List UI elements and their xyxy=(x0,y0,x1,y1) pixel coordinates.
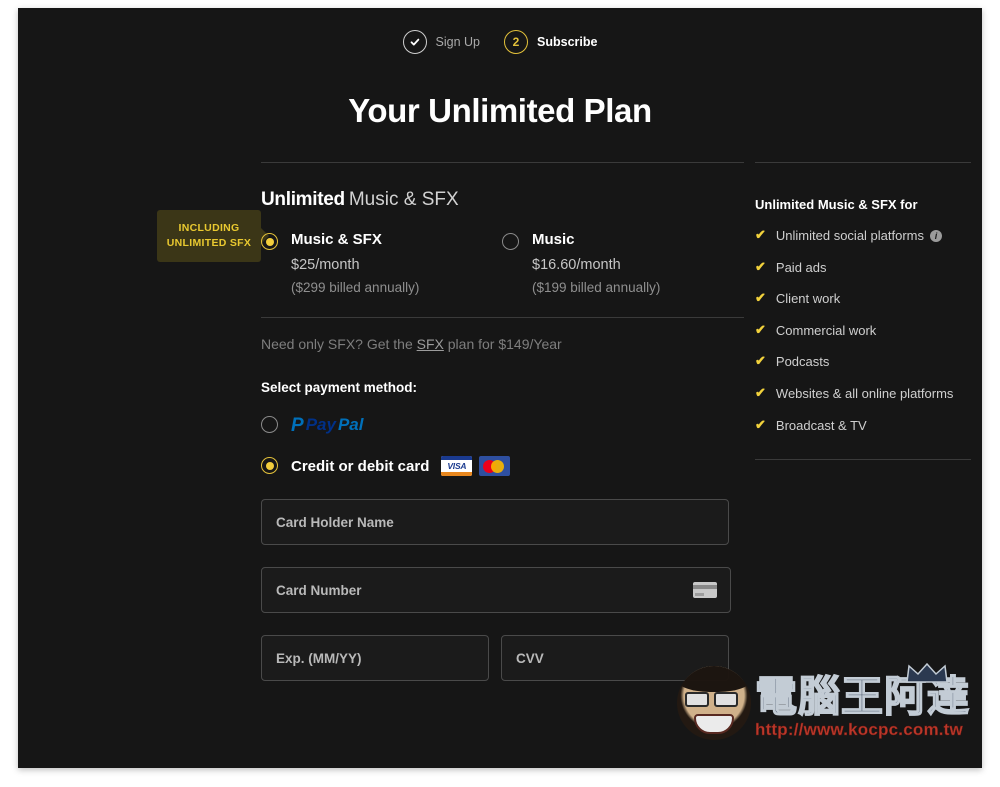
check-icon: ✔ xyxy=(755,416,766,432)
feature-item: ✔ Broadcast & TV xyxy=(755,416,971,434)
feature-label: Unlimited social platforms xyxy=(775,228,925,243)
cvv-placeholder: CVV xyxy=(516,650,544,666)
badge-line-2: UNLIMITED SFX xyxy=(166,237,252,250)
subscription-page: Sign Up 2 Subscribe Your Unlimited Plan … xyxy=(18,8,982,768)
paypal-word-pay: Pay xyxy=(305,415,336,434)
check-icon: ✔ xyxy=(755,384,766,400)
card-brand-logos: VISA xyxy=(441,456,511,476)
payment-method-title: Select payment method: xyxy=(261,380,418,395)
feature-item: ✔ Paid ads xyxy=(755,258,971,276)
info-icon[interactable]: i xyxy=(930,230,943,243)
mc-yellow-circle xyxy=(491,459,505,473)
sfx-link[interactable]: SFX xyxy=(417,336,444,352)
check-icon xyxy=(402,30,427,54)
plan-heading-bold: Unlimited xyxy=(261,189,345,210)
card-number-placeholder: Card Number xyxy=(276,582,362,598)
plan-option-name: Music xyxy=(532,231,575,248)
watermark-url: http://www.kocpc.com.tw xyxy=(754,720,963,739)
expiry-cvv-row: Exp. (MM/YY) CVV xyxy=(261,635,744,681)
plan-options: Music & SFX $25/month ($299 billed annua… xyxy=(261,231,744,295)
mastercard-logo xyxy=(479,456,511,476)
plan-option-music-sfx[interactable]: Music & SFX $25/month ($299 billed annua… xyxy=(261,231,502,295)
radio-music-sfx[interactable] xyxy=(261,233,278,250)
card-holder-name-placeholder: Card Holder Name xyxy=(276,514,394,530)
card-number-input[interactable]: Card Number xyxy=(261,567,731,613)
feature-label: Websites & all online platforms xyxy=(775,385,954,401)
sfx-upsell-line: Need only SFX? Get the SFX plan for $149… xyxy=(261,318,744,352)
plan-column: INCLUDING UNLIMITED SFX Unlimited Music &… xyxy=(157,162,744,681)
checkout-steps: Sign Up 2 Subscribe xyxy=(18,30,982,54)
watermark-brand: 電腦王阿達 xyxy=(754,672,970,721)
feature-label: Podcasts xyxy=(775,354,830,370)
sfx-prefix: Need only SFX? Get the xyxy=(261,336,417,352)
badge-line-1: INCLUDING xyxy=(178,222,240,234)
feature-label: Client work xyxy=(775,291,841,307)
step-number-badge: 2 xyxy=(504,30,529,54)
step-subscribe[interactable]: 2 Subscribe xyxy=(504,30,597,54)
step-subscribe-label: Subscribe xyxy=(537,35,598,49)
features-column: Unlimited Music & SFX for ✔ Unlimited so… xyxy=(755,162,971,461)
plan-option-price: $16.60/month xyxy=(532,257,621,273)
page-title: Your Unlimited Plan xyxy=(348,92,652,129)
visa-text: VISA xyxy=(447,461,467,471)
cvv-input[interactable]: CVV xyxy=(501,635,729,681)
feature-item: ✔ Websites & all online platforms xyxy=(755,384,971,402)
payment-option-card[interactable]: Credit or debit card VISA xyxy=(261,455,744,477)
features-title: Unlimited Music & SFX for xyxy=(755,197,918,212)
expiry-input[interactable]: Exp. (MM/YY) xyxy=(261,635,489,681)
check-icon: ✔ xyxy=(755,321,766,337)
including-unlimited-sfx-badge: INCLUDING UNLIMITED SFX xyxy=(157,210,261,263)
paypal-word-pal: Pal xyxy=(337,415,364,434)
paypal-mark-icon: P xyxy=(291,414,304,436)
check-icon: ✔ xyxy=(755,353,766,369)
feature-label: Broadcast & TV xyxy=(775,417,867,433)
check-icon: ✔ xyxy=(755,290,766,306)
payment-option-paypal[interactable]: P Pay Pal xyxy=(261,414,744,436)
divider-sidebar-bottom xyxy=(755,459,971,461)
visa-logo: VISA xyxy=(441,456,473,476)
feature-item: ✔ Podcasts xyxy=(755,354,971,370)
step-sign-up[interactable]: Sign Up xyxy=(402,30,481,54)
sfx-suffix: plan for $149/Year xyxy=(443,336,562,352)
feature-item: ✔ Client work xyxy=(755,290,971,307)
credit-card-icon xyxy=(693,582,717,598)
radio-credit-card[interactable] xyxy=(261,457,278,474)
paypal-logo: P Pay Pal xyxy=(291,415,363,435)
plan-heading: Unlimited Music & SFX xyxy=(261,163,744,211)
plan-option-name: Music & SFX xyxy=(291,231,382,248)
plan-option-music[interactable]: Music $16.60/month ($199 billed annually… xyxy=(502,231,743,295)
card-holder-name-input[interactable]: Card Holder Name xyxy=(261,499,729,545)
plan-option-note: ($299 billed annually) xyxy=(291,280,420,295)
check-icon: ✔ xyxy=(755,258,766,274)
plan-heading-rest: Music & SFX xyxy=(348,189,459,210)
feature-label: Commercial work xyxy=(775,322,877,338)
plan-option-note: ($199 billed annually) xyxy=(532,280,661,295)
radio-music[interactable] xyxy=(502,233,519,250)
step-sign-up-label: Sign Up xyxy=(435,35,481,49)
feature-label: Paid ads xyxy=(775,259,827,275)
check-icon: ✔ xyxy=(755,227,766,242)
payment-option-card-label: Credit or debit card xyxy=(291,457,430,475)
plan-option-price: $25/month xyxy=(291,257,360,273)
expiry-placeholder: Exp. (MM/YY) xyxy=(276,650,362,666)
feature-item: ✔ Commercial work xyxy=(755,321,971,339)
feature-item: ✔ Unlimited social platforms i xyxy=(755,227,971,244)
radio-paypal[interactable] xyxy=(261,416,278,433)
